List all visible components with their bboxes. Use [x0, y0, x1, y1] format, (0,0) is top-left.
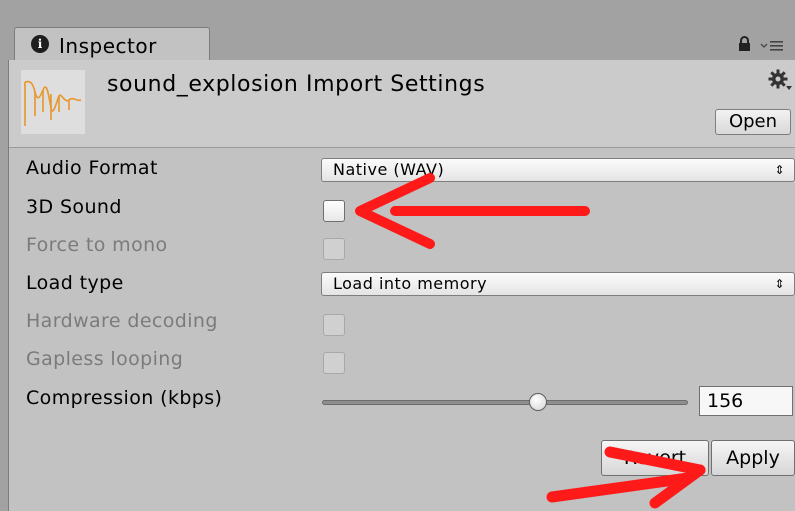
compression-value-field[interactable]: 156 — [699, 386, 793, 416]
open-button[interactable]: Open — [715, 109, 791, 135]
3d-sound-checkbox[interactable] — [323, 200, 345, 222]
compression-slider-track[interactable] — [322, 400, 688, 405]
info-icon: i — [31, 35, 49, 53]
3d-sound-label: 3D Sound — [26, 196, 122, 218]
gapless-looping-label: Gapless looping — [26, 348, 184, 370]
revert-button[interactable]: Revert — [601, 440, 709, 476]
dropdown-arrow-icon: ⇕ — [774, 163, 785, 177]
import-settings-header: sound_explosion Import Settings Open — [9, 60, 795, 148]
apply-button[interactable]: Apply — [711, 440, 795, 476]
header-title: sound_explosion Import Settings — [107, 72, 486, 97]
lock-icon[interactable] — [738, 36, 751, 52]
dropdown-arrow-icon: ⇕ — [774, 277, 785, 291]
load-type-label: Load type — [26, 272, 124, 294]
compression-label: Compression (kbps) — [26, 387, 223, 409]
tab-strip: i Inspector — [0, 0, 795, 61]
inspector-panel: sound_explosion Import Settings Open Aud… — [8, 60, 795, 511]
tab-inspector[interactable]: i Inspector — [14, 27, 210, 61]
hardware-decoding-label: Hardware decoding — [26, 310, 218, 332]
gapless-looping-checkbox — [323, 352, 345, 374]
audio-format-dropdown[interactable]: Native (WAV) ⇕ — [321, 158, 795, 182]
tab-label: Inspector — [59, 34, 157, 58]
audio-file-icon — [21, 70, 85, 134]
gear-icon[interactable] — [767, 68, 793, 94]
force-mono-checkbox — [323, 238, 345, 260]
load-type-dropdown[interactable]: Load into memory ⇕ — [321, 272, 795, 296]
force-mono-label: Force to mono — [26, 234, 168, 256]
load-type-value: Load into memory — [333, 274, 488, 293]
hardware-decoding-checkbox — [323, 314, 345, 336]
panel-menu-icon[interactable] — [760, 40, 784, 52]
compression-slider-thumb[interactable] — [529, 393, 547, 411]
audio-format-value: Native (WAV) — [333, 160, 445, 179]
audio-format-label: Audio Format — [26, 157, 158, 179]
